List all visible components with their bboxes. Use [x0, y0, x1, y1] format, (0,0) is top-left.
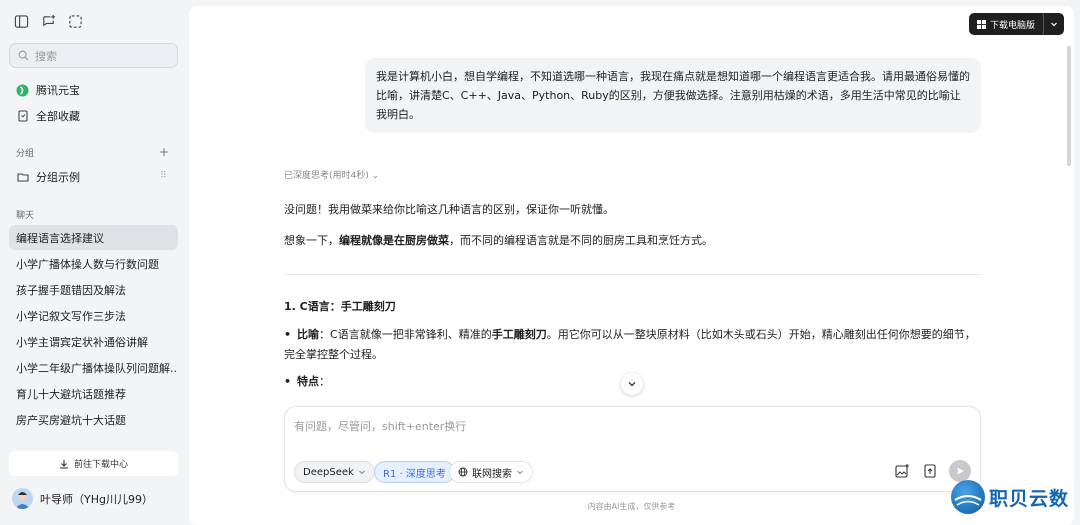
- message-input-placeholder[interactable]: 有问题，尽管问，shift+enter换行: [294, 418, 466, 434]
- chat-item[interactable]: 小学广播体操人数与行数问题: [9, 251, 178, 276]
- drag-handle-icon[interactable]: ⠿: [160, 171, 167, 181]
- user-name: 叶导师（YHg川儿99）: [40, 492, 153, 506]
- chat-item[interactable]: 小学主谓宾定状补通俗讲解: [9, 329, 178, 354]
- answer-analogy: 想象一下，编程就像是在厨房做菜，而不同的编程语言就是不同的厨房工具和烹饪方式。: [284, 231, 984, 251]
- chat-item[interactable]: 编程语言选择建议: [9, 225, 178, 250]
- yuanbao-logo-icon: [16, 83, 29, 97]
- nav-favorites-label: 全部收藏: [36, 110, 80, 123]
- search-icon: [18, 50, 29, 61]
- download-center-button[interactable]: 前往下载中心: [9, 451, 178, 476]
- watermark-globe-icon: [951, 480, 985, 514]
- chevron-down-icon[interactable]: [1044, 20, 1064, 28]
- file-upload-icon[interactable]: [922, 463, 938, 479]
- user-message: 我是计算机小白，想自学编程，不知道选哪一种语言，我现在痛点就是想知道哪一个编程语…: [365, 58, 981, 133]
- deep-think-label: R1 · 深度思考: [383, 468, 446, 480]
- nav-yuanbao-label: 腾讯元宝: [36, 84, 80, 97]
- chat-item[interactable]: 孩子握手题错因及解法: [9, 277, 178, 302]
- screenshot-icon[interactable]: [68, 14, 83, 29]
- watermark: 职贝云数: [951, 480, 1069, 514]
- chat-section-label: 聊天: [16, 211, 35, 221]
- download-pc-button[interactable]: 下载电脑版: [968, 13, 1064, 35]
- bullet-text: ：: [319, 375, 331, 388]
- web-search-toggle[interactable]: 联网搜索: [449, 461, 533, 483]
- bookmark-icon: [16, 110, 29, 123]
- bullet-bold: 手工雕刻刀: [491, 328, 547, 341]
- chevron-down-icon: [628, 382, 636, 387]
- analogy-prefix: 想象一下，: [284, 234, 339, 247]
- analogy-suffix: ，而不同的编程语言就是不同的厨房工具和烹饪方式。: [449, 234, 713, 247]
- chat-item[interactable]: 小学记叙文写作三步法: [9, 303, 178, 328]
- chat-panel: 下载电脑版 我是计算机小白，想自学编程，不知道选哪一种语言，我现在痛点就是想知道…: [189, 6, 1074, 525]
- nav-yuanbao[interactable]: 腾讯元宝: [16, 82, 80, 98]
- search-input[interactable]: 搜索: [9, 43, 178, 68]
- bullet-label: 比喻: [297, 328, 320, 341]
- chevron-down-icon: [358, 470, 365, 475]
- deep-think-toggle[interactable]: R1 · 深度思考: [374, 461, 455, 483]
- model-select-label: DeepSeek: [303, 466, 354, 478]
- download-center-label: 前往下载中心: [73, 460, 128, 470]
- scroll-down-button[interactable]: [621, 373, 643, 395]
- analogy-bold: 编程就像是在厨房做菜: [339, 234, 449, 247]
- disclaimer: 内容由AI生成，仅供参考: [587, 502, 676, 511]
- bullet-label: 特点: [297, 375, 320, 388]
- send-button[interactable]: [949, 460, 971, 482]
- think-status-label: 已深度思考(用时4秒): [284, 171, 369, 181]
- chat-item[interactable]: 育儿十大避坑话题推荐: [9, 381, 178, 406]
- think-status[interactable]: 已深度思考(用时4秒) ⌄: [284, 168, 379, 181]
- model-select-chip[interactable]: DeepSeek: [294, 461, 375, 483]
- sidebar-toolbar: [14, 14, 83, 29]
- download-pc-label: 下载电脑版: [989, 20, 1035, 31]
- watermark-text: 职贝云数: [989, 487, 1070, 510]
- chevron-down-icon: ⌄: [371, 171, 380, 181]
- scrollbar[interactable]: [1067, 46, 1071, 166]
- user-profile[interactable]: 叶导师（YHg川儿99）: [12, 488, 153, 509]
- group-section-label: 分组: [16, 149, 35, 159]
- sidebar: 搜索 腾讯元宝 全部收藏 分组 + 分组示例 ⠿ 聊天 编程语言选择建议 小学广…: [0, 0, 188, 525]
- chat-item[interactable]: 小学二年级广播体操队列问题解...: [9, 355, 178, 380]
- group-item[interactable]: 分组示例: [16, 169, 80, 185]
- add-group-icon[interactable]: +: [159, 145, 169, 159]
- new-chat-icon[interactable]: [41, 14, 56, 29]
- chevron-down-icon: [517, 470, 523, 475]
- folder-icon: [16, 171, 29, 184]
- bullet-text: ：C语言就像一把非常锋利、精准的: [319, 328, 492, 341]
- message-input-box[interactable]: 有问题，尽管问，shift+enter换行 DeepSeek R1 · 深度思考…: [284, 406, 981, 492]
- section-title: 1. C语言：手工雕刻刀: [284, 300, 396, 313]
- windows-icon: [976, 19, 986, 29]
- group-item-label: 分组示例: [36, 171, 80, 184]
- sidebar-toggle-icon[interactable]: [14, 14, 29, 29]
- chat-item[interactable]: 房产买房避坑十大话题: [9, 407, 178, 432]
- download-icon: [59, 459, 68, 469]
- divider: [284, 274, 981, 275]
- send-icon: [957, 467, 964, 475]
- answer-intro: 没问题！我用做菜来给你比喻这几种语言的区别，保证你一听就懂。: [284, 203, 614, 216]
- image-upload-icon[interactable]: [894, 463, 910, 479]
- nav-favorites[interactable]: 全部收藏: [16, 108, 80, 124]
- globe-icon: [458, 467, 468, 477]
- web-search-label: 联网搜索: [472, 468, 512, 480]
- list-item: • 比喻：C语言就像一把非常锋利、精准的手工雕刻刀。用它你可以从一整块原材料（比如…: [284, 328, 976, 361]
- search-placeholder: 搜索: [35, 49, 57, 63]
- avatar: [12, 488, 33, 509]
